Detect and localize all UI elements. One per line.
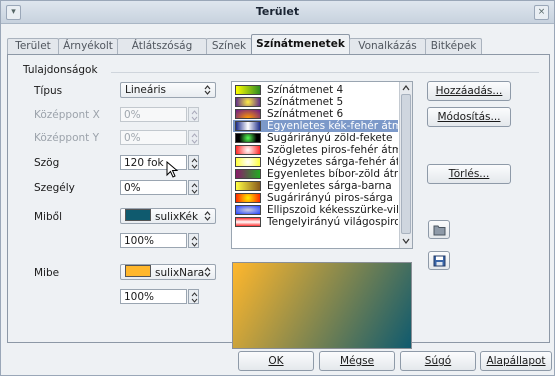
gradient-thumb	[235, 205, 261, 215]
gradient-thumb	[235, 157, 261, 167]
type-value: Lineáris	[125, 84, 167, 96]
border-spinner[interactable]	[188, 180, 199, 195]
gradient-thumb	[235, 121, 261, 131]
gradient-thumb	[235, 181, 261, 191]
to-color-select[interactable]: sulixNara	[120, 264, 216, 280]
delete-button[interactable]: Törlés...	[427, 164, 511, 184]
border-label: Szegély	[34, 182, 75, 194]
gradient-list-item[interactable]: Szögletes piros-fehér átmenet	[233, 144, 398, 156]
ok-button-label: OK	[268, 355, 284, 367]
gradient-list-item[interactable]: Színátmenet 4	[233, 84, 398, 96]
gradient-list-item[interactable]: Tengelyirányú világospiros-fehér	[233, 216, 398, 228]
add-button[interactable]: Hozzáadás...	[427, 81, 511, 101]
section-divider	[111, 72, 539, 73]
dialog-title: Terület	[255, 5, 300, 18]
add-button-label: Hozzáadás...	[435, 85, 503, 97]
help-button-label: Súgó	[424, 355, 452, 367]
from-color-label: Miből	[34, 211, 62, 223]
chevron-updown-icon	[202, 210, 213, 222]
tab-szinatmenetek[interactable]: Színátmenetek	[251, 34, 350, 56]
save-gradients-button[interactable]	[428, 251, 450, 270]
reset-button-label: Alapállapot	[486, 355, 546, 367]
center-x-field[interactable]: 0%	[120, 107, 187, 122]
center-y-spinner[interactable]	[188, 130, 199, 145]
ok-button[interactable]: OK	[238, 351, 314, 371]
from-intensity-field[interactable]: 100%	[120, 233, 187, 248]
tab-bitkepek[interactable]: Bitképek	[425, 38, 482, 55]
modify-button-label: Módosítás...	[437, 111, 501, 123]
to-color-name: sulixNara	[155, 267, 205, 279]
angle-spinner[interactable]	[188, 155, 199, 170]
center-y-label: Középpont Y	[34, 132, 100, 144]
gradient-thumb	[235, 217, 261, 227]
gradient-list-item-selected[interactable]: Egyenletes kék-fehér átmenet	[233, 120, 398, 132]
chevron-updown-icon	[202, 266, 213, 278]
gradient-thumb	[235, 193, 261, 203]
angle-label: Szög	[34, 157, 60, 169]
gradient-list-item[interactable]: Sugárirányú zöld-fekete	[233, 132, 398, 144]
center-y-field[interactable]: 0%	[120, 130, 187, 145]
save-icon	[433, 255, 446, 267]
gradient-list-scrollbar[interactable]	[399, 82, 412, 248]
delete-button-label: Törlés...	[448, 168, 490, 180]
center-x-spinner[interactable]	[188, 107, 199, 122]
from-intensity-spinner[interactable]	[188, 233, 199, 248]
gradient-thumb	[235, 133, 261, 143]
gradient-list[interactable]: Színátmenet 4 Színátmenet 5 Színátmenet …	[231, 81, 413, 249]
chevron-updown-icon	[202, 84, 213, 96]
gradient-thumb	[235, 169, 261, 179]
border-field[interactable]: 0%	[120, 180, 187, 195]
from-color-name: sulixKék	[155, 211, 199, 223]
tab-szinek[interactable]: Színek	[206, 38, 252, 55]
gradient-list-item[interactable]: Négyzetes sárga-fehér átmenet	[233, 156, 398, 168]
tab-terulet[interactable]: Terület	[7, 38, 59, 55]
close-icon[interactable]: ×	[534, 5, 549, 20]
title-bar: ▾ Terület ×	[1, 1, 554, 24]
tab-atlatszosag[interactable]: Átlátszóság	[117, 38, 207, 55]
to-intensity-spinner[interactable]	[188, 289, 199, 304]
type-select[interactable]: Lineáris	[120, 82, 216, 98]
gradient-thumb	[235, 109, 261, 119]
help-button[interactable]: Súgó	[400, 351, 476, 371]
gradient-list-item[interactable]: Egyenletes sárga-barna	[233, 180, 398, 192]
gradient-thumb	[235, 97, 261, 107]
center-x-label: Középpont X	[34, 109, 100, 121]
to-color-swatch	[125, 265, 151, 277]
gradient-list-item[interactable]: Sugárirányú piros-sárga	[233, 192, 398, 204]
gradient-list-item[interactable]: Színátmenet 5	[233, 96, 398, 108]
cancel-button[interactable]: Mégse	[319, 351, 395, 371]
section-title: Tulajdonságok	[23, 64, 98, 76]
load-gradients-button[interactable]	[428, 220, 450, 239]
from-color-select[interactable]: sulixKék	[120, 208, 216, 224]
gradient-list-item[interactable]: Egyenletes bíbor-zöld átmenet	[233, 168, 398, 180]
tab-vonalkazas[interactable]: Vonalkázás	[349, 38, 426, 55]
gradient-list-item[interactable]: Színátmenet 6	[233, 108, 398, 120]
to-color-label: Mibe	[34, 267, 60, 279]
gradient-dialog: ▾ Terület × Terület Árnyékolt Átlátszósá…	[0, 0, 555, 376]
gradient-thumb	[235, 85, 261, 95]
gradient-preview	[232, 262, 412, 349]
gradient-list-item[interactable]: Ellipszoid kékesszürke-világos	[233, 204, 398, 216]
reset-button[interactable]: Alapállapot	[480, 351, 552, 371]
scroll-down-icon[interactable]	[401, 236, 411, 246]
scrollbar-thumb[interactable]	[401, 94, 411, 234]
tab-arnyekolt[interactable]: Árnyékolt	[58, 38, 118, 55]
type-label: Típus	[34, 85, 63, 97]
mouse-pointer-icon	[166, 161, 179, 178]
from-color-swatch	[125, 209, 151, 221]
folder-open-icon	[433, 225, 446, 236]
cancel-button-label: Mégse	[339, 355, 375, 367]
modify-button[interactable]: Módosítás...	[427, 107, 511, 127]
gradient-thumb	[235, 145, 261, 155]
to-intensity-field[interactable]: 100%	[120, 289, 187, 304]
scroll-up-icon[interactable]	[401, 83, 411, 93]
